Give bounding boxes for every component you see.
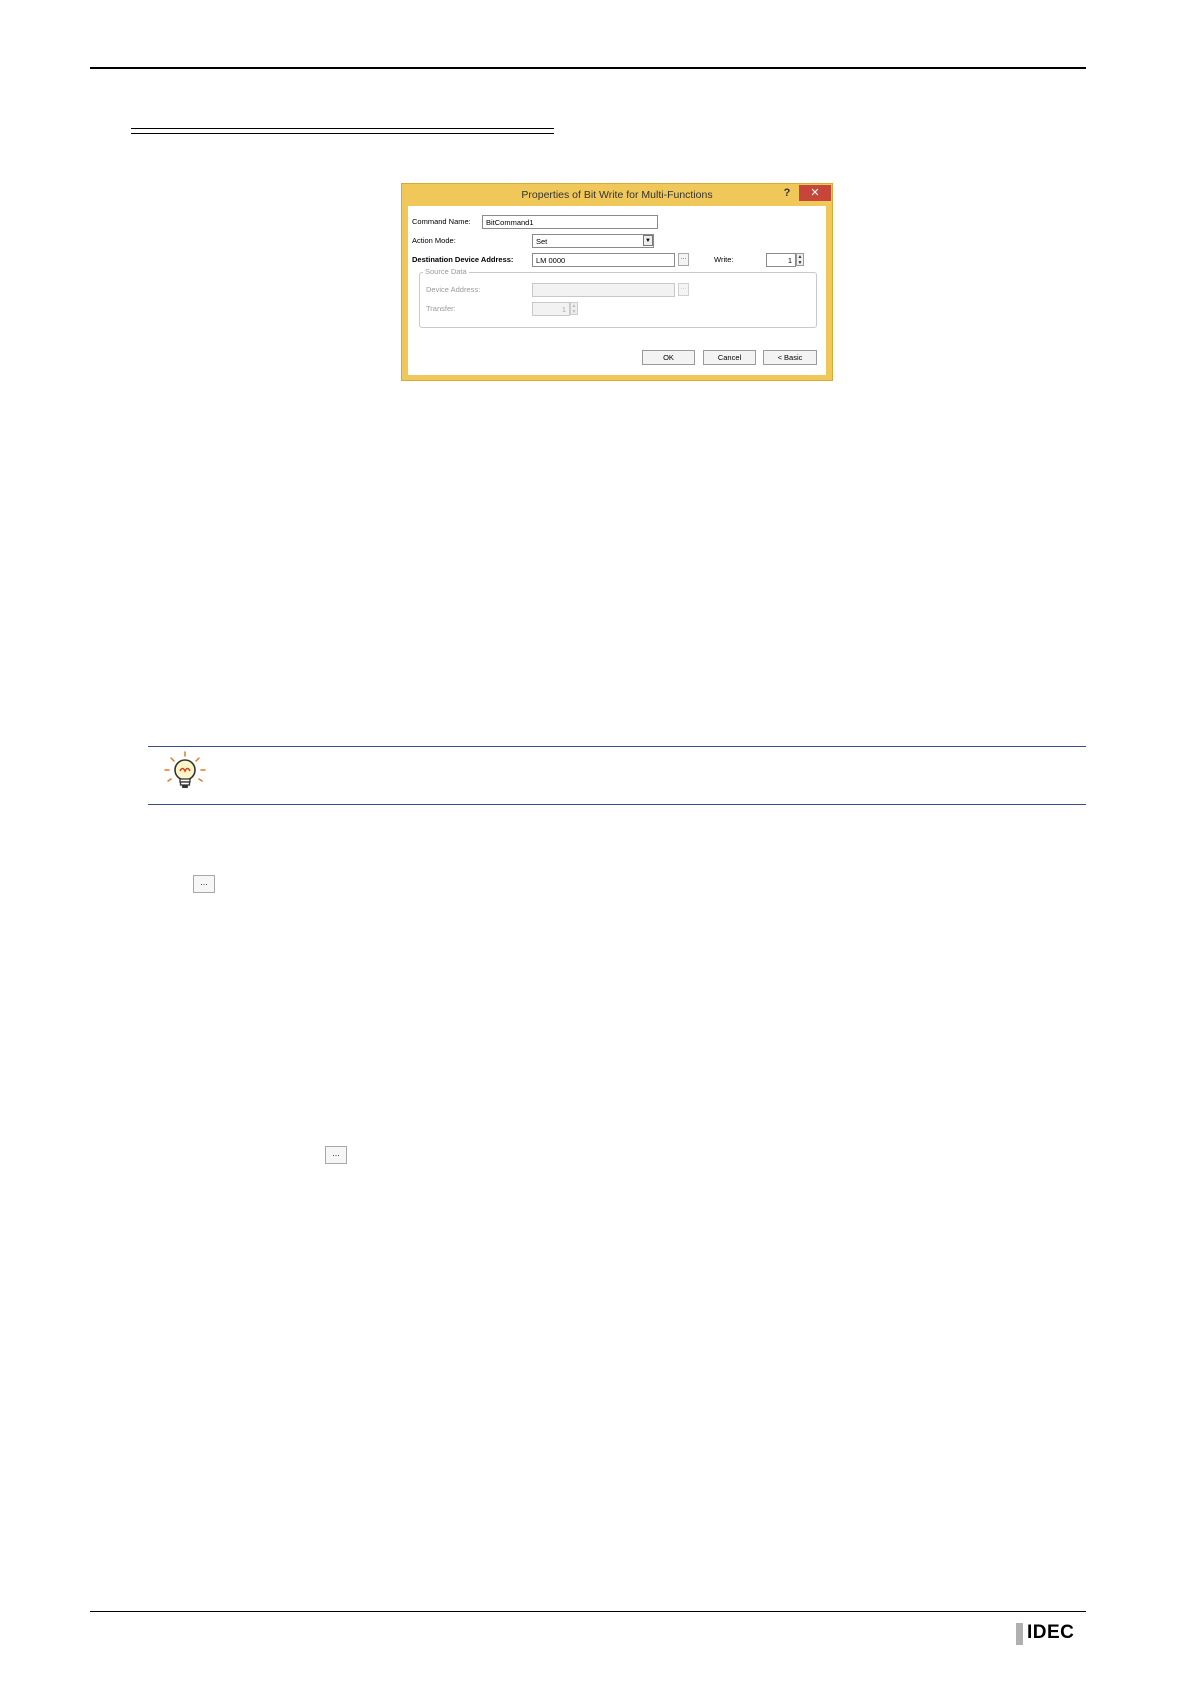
footer-rule: [90, 1611, 1086, 1612]
action-mode-label: Action Mode:: [412, 236, 456, 245]
device-address-browse-button: ...: [678, 283, 689, 296]
lightbulb-icon: [162, 750, 208, 796]
browse-button-icon: ...: [193, 875, 215, 893]
section-heading-rule-double: [131, 133, 554, 134]
action-mode-select[interactable]: Set: [532, 234, 654, 248]
write-label: Write:: [714, 255, 734, 264]
transfer-stepper: ▲ ▼: [570, 302, 578, 315]
destination-address-label: Destination Device Address:: [412, 255, 514, 264]
write-field[interactable]: 1: [766, 253, 796, 267]
section-heading-rule: [131, 128, 554, 129]
header-rule: [90, 67, 1086, 69]
source-data-group: [419, 272, 817, 328]
dialog-titlebar: Properties of Bit Write for Multi-Functi…: [402, 184, 832, 206]
ok-button[interactable]: OK: [642, 350, 695, 365]
device-address-field: [532, 283, 675, 297]
chevron-down-icon[interactable]: ▼: [643, 235, 653, 246]
dialog-title: Properties of Bit Write for Multi-Functi…: [521, 189, 713, 201]
destination-browse-button[interactable]: ...: [678, 253, 689, 266]
device-address-label: Device Address:: [426, 285, 481, 294]
write-stepper[interactable]: ▲ ▼: [796, 253, 804, 266]
basic-button[interactable]: < Basic: [763, 350, 817, 365]
dialog-body: Command Name: BitCommand1 Action Mode: S…: [408, 206, 826, 375]
transfer-label: Transfer:: [426, 304, 456, 313]
close-icon[interactable]: ✕: [799, 185, 831, 201]
help-icon[interactable]: ?: [780, 187, 794, 201]
hint-box-top-rule: [148, 746, 1086, 747]
transfer-field: 1: [532, 302, 570, 316]
idec-logo: IDEC: [1027, 1622, 1075, 1643]
destination-address-field[interactable]: LM 0000: [532, 253, 675, 267]
logo-mark: [1016, 1623, 1023, 1645]
cancel-button[interactable]: Cancel: [703, 350, 756, 365]
hint-box-bottom-rule: [148, 804, 1086, 805]
command-name-label: Command Name:: [412, 217, 471, 226]
browse-button-icon: ...: [325, 1146, 347, 1164]
command-name-field[interactable]: BitCommand1: [482, 215, 658, 229]
source-data-legend: Source Data: [423, 267, 469, 276]
properties-dialog: Properties of Bit Write for Multi-Functi…: [401, 183, 833, 381]
